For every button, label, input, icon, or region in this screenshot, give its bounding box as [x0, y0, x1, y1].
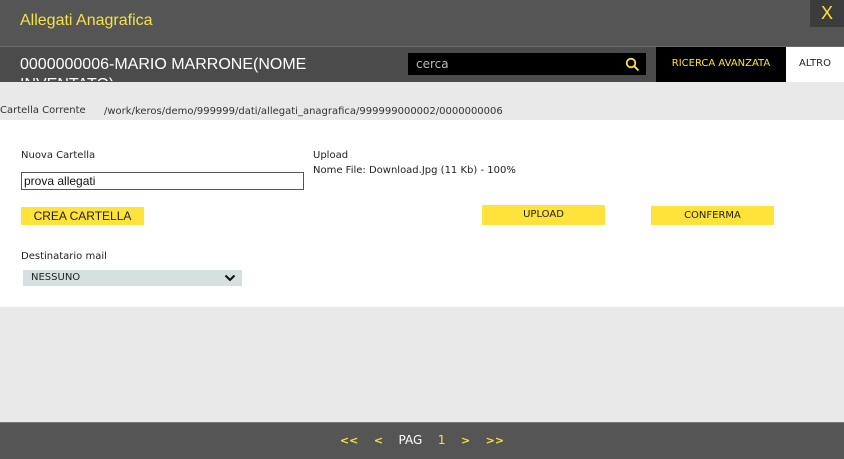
upload-button[interactable]: UPLOAD [482, 205, 605, 225]
pagination-bar: << < PAG 1 > >> [0, 422, 844, 459]
prev-page-button[interactable]: < [374, 424, 383, 458]
close-button[interactable]: X [810, 0, 844, 27]
upload-file-info: Nome File: Download.Jpg (11 Kb) - 100% [313, 165, 516, 176]
current-page-number[interactable]: 1 [438, 423, 446, 457]
last-page-button[interactable]: >> [486, 424, 504, 458]
mail-recipient-value: NESSUNO [31, 272, 81, 283]
window-title: Allegati Anagrafica [20, 12, 153, 29]
current-folder-path: /work/keros/demo/999999/dati/allegati_an… [104, 106, 503, 117]
confirm-button[interactable]: CONFERMA [651, 206, 774, 225]
attachments-form: Nuova Cartella CREA CARTELLA Upload Nome… [0, 120, 844, 307]
page-label: PAG [398, 433, 423, 447]
advanced-search-button[interactable]: RICERCA AVANZATA [656, 47, 786, 82]
upload-label: Upload [313, 150, 349, 161]
header-bar: 0000000006-MARIO MARRONE(NOME INVENTATO)… [0, 46, 844, 82]
mail-recipient-select[interactable]: NESSUNO [23, 270, 242, 286]
current-folder-label: Cartella Corrente [0, 105, 86, 116]
pager: << < PAG 1 > >> [0, 423, 844, 459]
search-box [408, 53, 646, 75]
new-folder-input[interactable] [21, 172, 304, 190]
new-folder-label: Nuova Cartella [21, 150, 96, 161]
create-folder-button[interactable]: CREA CARTELLA [21, 207, 144, 225]
title-bar: Allegati Anagrafica X [0, 0, 844, 46]
search-icon[interactable] [625, 57, 639, 71]
other-button[interactable]: ALTRO [786, 47, 844, 82]
search-input[interactable] [408, 53, 620, 75]
record-title: 0000000006-MARIO MARRONE(NOME INVENTATO) [20, 56, 307, 81]
mail-recipient-label: Destinatario mail [21, 251, 107, 262]
next-page-button[interactable]: > [461, 424, 470, 458]
chevron-down-icon [224, 274, 236, 282]
current-folder-bar: Cartella Corrente /work/keros/demo/99999… [0, 82, 844, 120]
first-page-button[interactable]: << [340, 424, 358, 458]
